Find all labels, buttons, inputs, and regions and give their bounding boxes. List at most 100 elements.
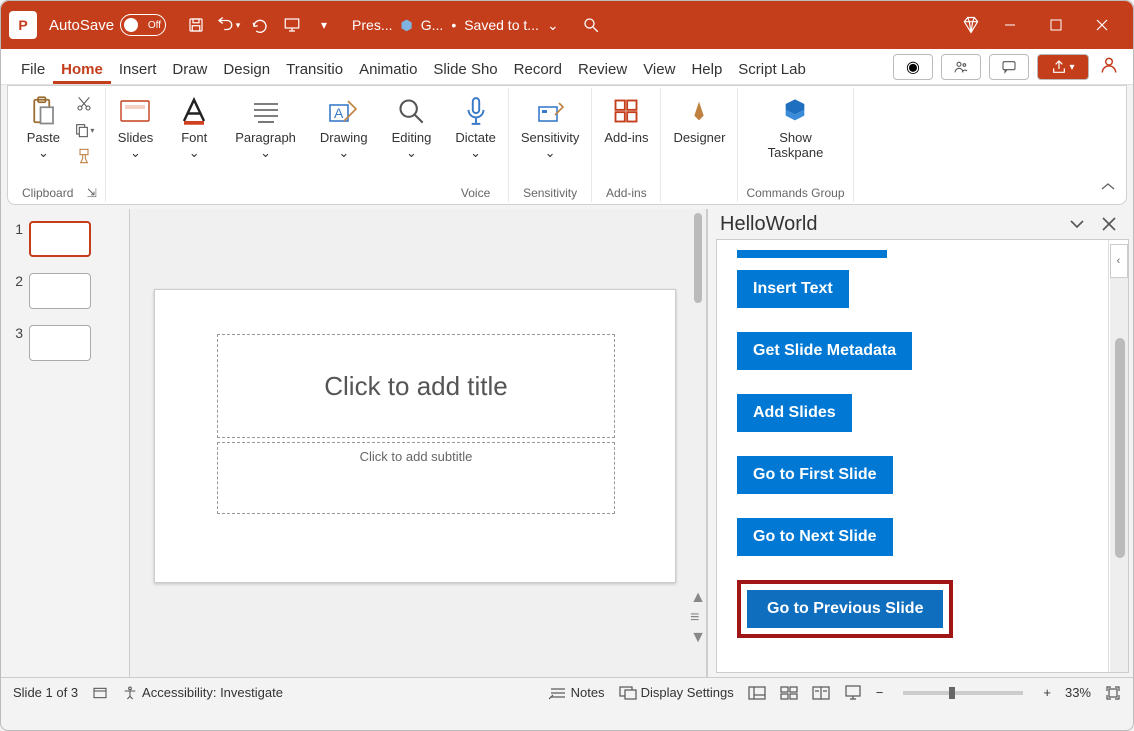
teams-button[interactable] bbox=[941, 54, 981, 80]
maximize-button[interactable] bbox=[1033, 9, 1079, 41]
slide[interactable]: Click to add title Click to add subtitle bbox=[154, 289, 676, 583]
doc-name[interactable]: Pres... bbox=[352, 17, 392, 33]
language-icon[interactable] bbox=[92, 685, 108, 701]
clipped-button-top[interactable] bbox=[737, 250, 887, 258]
slide-thumb-3[interactable] bbox=[29, 325, 91, 361]
slideshow-view-icon[interactable] bbox=[844, 685, 862, 701]
group-drawing: A Drawing⌄ bbox=[308, 88, 380, 202]
add-slides-button[interactable]: Add Slides bbox=[737, 394, 852, 432]
slide-counter[interactable]: Slide 1 of 3 bbox=[13, 685, 78, 700]
slide-thumb-2[interactable] bbox=[29, 273, 91, 309]
qa-overflow-icon[interactable]: ▾ bbox=[310, 11, 338, 39]
title-placeholder[interactable]: Click to add title bbox=[217, 334, 615, 438]
reading-view-icon[interactable] bbox=[812, 686, 830, 700]
addins-button[interactable]: Add-ins bbox=[600, 92, 652, 147]
tab-home[interactable]: Home bbox=[53, 55, 111, 84]
subtitle-placeholder[interactable]: Click to add subtitle bbox=[217, 442, 615, 514]
font-button[interactable]: Font⌄ bbox=[173, 92, 215, 163]
go-to-previous-slide-button[interactable]: Go to Previous Slide bbox=[747, 590, 943, 628]
tab-insert[interactable]: Insert bbox=[111, 55, 165, 84]
slide-thumb-1[interactable] bbox=[29, 221, 91, 257]
tab-design[interactable]: Design bbox=[215, 55, 278, 84]
tab-record[interactable]: Record bbox=[506, 55, 570, 84]
paragraph-label: Paragraph bbox=[235, 130, 296, 145]
taskpane-close-icon[interactable] bbox=[1097, 212, 1121, 236]
save-icon[interactable] bbox=[182, 11, 210, 39]
share-button[interactable]: ▾ bbox=[1037, 54, 1089, 80]
scroll-up-icon[interactable]: ▲ bbox=[690, 589, 706, 607]
present-icon[interactable] bbox=[278, 11, 306, 39]
group-designer: Designer bbox=[661, 88, 737, 202]
copy-icon[interactable]: ▾ bbox=[72, 120, 96, 140]
display-settings-label: Display Settings bbox=[641, 685, 734, 700]
tab-slideshow[interactable]: Slide Sho bbox=[425, 55, 505, 84]
autosave-toggle[interactable]: Off bbox=[120, 14, 166, 36]
mic-icon bbox=[459, 94, 493, 128]
editing-button[interactable]: Editing⌄ bbox=[388, 92, 436, 163]
drawing-icon: A bbox=[327, 94, 361, 128]
tab-view[interactable]: View bbox=[635, 55, 683, 84]
zoom-out-icon[interactable]: − bbox=[876, 685, 884, 700]
tab-scriptlab[interactable]: Script Lab bbox=[730, 55, 814, 84]
task-pane: HelloWorld Insert Text Get Slide Metadat… bbox=[707, 209, 1133, 677]
thumb-row: 2 bbox=[9, 273, 121, 309]
sorter-view-icon[interactable] bbox=[780, 686, 798, 700]
display-settings-button[interactable]: Display Settings bbox=[619, 685, 734, 700]
minimize-button[interactable] bbox=[987, 9, 1033, 41]
clipboard-launcher-icon[interactable]: ⇲ bbox=[87, 186, 97, 200]
insert-text-button[interactable]: Insert Text bbox=[737, 270, 849, 308]
canvas-scrollbar[interactable]: ▲ ≡ ▼ bbox=[690, 209, 706, 677]
taskpane-dropdown-icon[interactable] bbox=[1065, 212, 1089, 236]
scroll-splitter-icon[interactable]: ≡ bbox=[690, 609, 706, 627]
taskpane-sidebar: ‹ bbox=[1108, 240, 1128, 672]
tab-animations[interactable]: Animatio bbox=[351, 55, 425, 84]
taskpane-scrollbar[interactable] bbox=[1110, 278, 1128, 672]
zoom-slider[interactable] bbox=[903, 691, 1023, 695]
save-status-chev[interactable]: ⌄ bbox=[547, 17, 559, 34]
designer-button[interactable]: Designer bbox=[669, 92, 729, 147]
slides-button[interactable]: Slides⌄ bbox=[114, 92, 157, 163]
go-to-first-slide-button[interactable]: Go to First Slide bbox=[737, 456, 893, 494]
comments-button[interactable] bbox=[989, 54, 1029, 80]
normal-view-icon[interactable] bbox=[748, 686, 766, 700]
taskpane-body: Insert Text Get Slide Metadata Add Slide… bbox=[716, 239, 1129, 673]
paragraph-button[interactable]: Paragraph⌄ bbox=[231, 92, 300, 163]
status-bar: Slide 1 of 3 Accessibility: Investigate … bbox=[1, 677, 1133, 707]
scroll-thumb[interactable] bbox=[694, 213, 702, 303]
tab-help[interactable]: Help bbox=[683, 55, 730, 84]
zoom-in-icon[interactable]: + bbox=[1043, 685, 1051, 700]
zoom-value[interactable]: 33% bbox=[1065, 685, 1091, 700]
search-icon[interactable] bbox=[577, 11, 605, 39]
record-indicator-button[interactable]: ◉ bbox=[893, 54, 933, 80]
accessibility-button[interactable]: Accessibility: Investigate bbox=[122, 685, 283, 701]
cut-icon[interactable] bbox=[72, 94, 96, 114]
tab-transitions[interactable]: Transitio bbox=[278, 55, 351, 84]
scroll-down-icon[interactable]: ▼ bbox=[690, 629, 706, 647]
tab-file[interactable]: File bbox=[13, 55, 53, 84]
tab-review[interactable]: Review bbox=[570, 55, 635, 84]
tab-draw[interactable]: Draw bbox=[164, 55, 215, 84]
drawing-button[interactable]: A Drawing⌄ bbox=[316, 92, 372, 163]
show-taskpane-button[interactable]: Show Taskpane bbox=[764, 92, 828, 162]
undo-icon[interactable]: ▾ bbox=[214, 11, 242, 39]
format-painter-icon[interactable] bbox=[72, 146, 96, 166]
dictate-button[interactable]: Dictate⌄ bbox=[451, 92, 499, 163]
font-label: Font bbox=[181, 130, 207, 145]
taskpane-scroll-thumb[interactable] bbox=[1115, 338, 1125, 558]
group-voice: Dictate⌄ Voice bbox=[443, 88, 508, 202]
go-to-next-slide-button[interactable]: Go to Next Slide bbox=[737, 518, 893, 556]
taskpane-expand-icon[interactable]: ‹ bbox=[1110, 244, 1128, 278]
group-clipboard: Paste ⌄ ▾ Clipboard ⇲ bbox=[14, 88, 106, 202]
redo-icon[interactable] bbox=[246, 11, 274, 39]
fit-window-icon[interactable] bbox=[1105, 685, 1121, 701]
account-icon[interactable] bbox=[1097, 55, 1121, 80]
taskpane-title: HelloWorld bbox=[720, 213, 817, 236]
sensitivity-button[interactable]: Sensitivity⌄ bbox=[517, 92, 584, 163]
get-slide-metadata-button[interactable]: Get Slide Metadata bbox=[737, 332, 912, 370]
notes-button[interactable]: Notes bbox=[549, 685, 605, 700]
paste-button[interactable]: Paste ⌄ bbox=[22, 92, 64, 163]
addins-icon bbox=[609, 94, 643, 128]
close-button[interactable] bbox=[1079, 9, 1125, 41]
ribbon-collapse-icon[interactable] bbox=[1100, 180, 1116, 198]
diamond-icon[interactable] bbox=[957, 11, 985, 39]
